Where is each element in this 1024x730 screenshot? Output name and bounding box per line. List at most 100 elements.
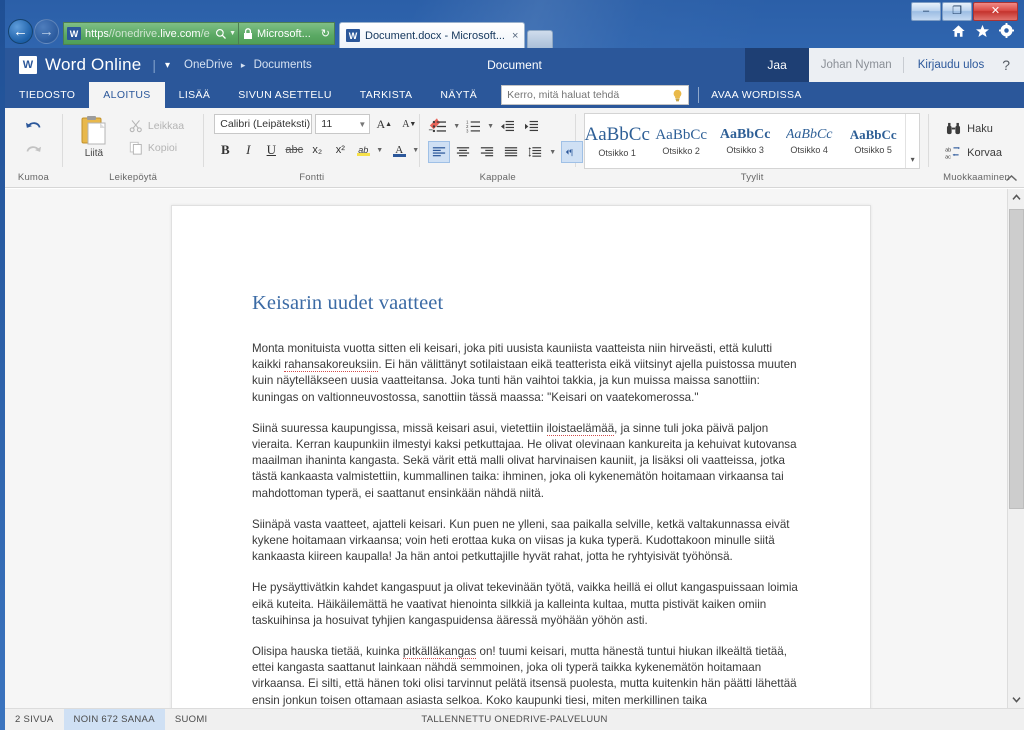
chevron-down-icon: ▾ (910, 155, 915, 164)
breadcrumb-folder[interactable]: Documents (254, 59, 312, 71)
style-otsikko-3[interactable]: AaBbCc Otsikko 3 (713, 114, 777, 168)
back-button[interactable]: ← (8, 19, 33, 44)
styles-gallery: AaBbCс Otsikko 1 AaBbCc Otsikko 2 AaBbCc… (584, 113, 921, 169)
font-name-combo[interactable]: Calibri (Leipäteksti) ▼ (214, 114, 323, 134)
browser-tab[interactable]: W Document.docx - Microsoft... × (339, 22, 526, 48)
chevron-down-icon[interactable]: ▼ (376, 147, 383, 154)
tab-tarkista[interactable]: TARKISTA (346, 82, 427, 108)
breadcrumb-root[interactable]: OneDrive (184, 59, 233, 71)
increase-indent-icon (524, 120, 539, 133)
vertical-scrollbar[interactable] (1007, 189, 1024, 708)
tab-nayta[interactable]: NÄYTÄ (426, 82, 491, 108)
close-icon: ✕ (990, 5, 1001, 17)
strikethrough-button[interactable]: abc (283, 139, 305, 161)
align-justify-button[interactable] (500, 141, 522, 163)
svg-text:3: 3 (466, 128, 469, 133)
bold-button[interactable]: B (214, 139, 236, 161)
scroll-up-button[interactable] (1008, 189, 1024, 206)
share-button[interactable]: Jaa (745, 48, 809, 82)
paste-button[interactable]: Liitä (70, 112, 118, 159)
numbered-list-button[interactable]: 123 (462, 115, 484, 137)
align-left-button[interactable] (428, 141, 451, 163)
line-spacing-button[interactable] (524, 141, 546, 163)
font-size-combo[interactable]: 11 ▼ (315, 114, 371, 134)
text-highlight-button[interactable]: ab (352, 139, 374, 161)
page-count[interactable]: 2 SIVUA (5, 709, 64, 730)
app-menu-chevron-down-icon[interactable]: ▾ (165, 60, 170, 71)
style-otsikko-2[interactable]: AaBbCc Otsikko 2 (649, 114, 713, 168)
gear-icon[interactable] (999, 23, 1014, 38)
document-scroll-area[interactable]: Keisarin uudet vaatteet Monta monituista… (5, 189, 1024, 708)
style-sample: AaBbCc (655, 126, 708, 143)
copy-button[interactable]: Kopioi (124, 137, 188, 158)
chevron-down-icon[interactable]: ▼ (229, 30, 236, 37)
document-page[interactable]: Keisarin uudet vaatteet Monta monituista… (171, 205, 871, 708)
tell-me-input[interactable] (507, 89, 669, 101)
subscript-button[interactable]: x₂ (306, 139, 328, 161)
address-bar[interactable]: W https//onedrive.live.com/e ▼ (63, 22, 239, 45)
chevron-down-icon[interactable]: ▼ (453, 123, 460, 130)
chevron-down-icon[interactable]: ▼ (549, 149, 556, 156)
increase-indent-button[interactable] (520, 115, 542, 137)
font-color-button[interactable]: A (388, 139, 410, 161)
lightbulb-icon (672, 89, 683, 102)
group-label-clipboard: Leikepöytä (109, 172, 158, 183)
language-indicator[interactable]: SUOMI (165, 709, 218, 730)
address-bar-icons: ▼ (215, 28, 236, 40)
style-otsikko-4[interactable]: AaBbCc Otsikko 4 (777, 114, 841, 168)
numbered-list-icon: 123 (466, 120, 481, 133)
star-icon[interactable] (975, 24, 990, 38)
forward-button[interactable]: → (34, 19, 59, 44)
share-label: Jaa (767, 58, 787, 72)
tab-close-icon[interactable]: × (512, 30, 518, 42)
align-center-button[interactable] (452, 141, 474, 163)
word-count[interactable]: NOIN 672 SANAA (63, 708, 165, 730)
cut-button[interactable]: Leikkaa (124, 115, 188, 136)
style-otsikko-5[interactable]: AaBbCc Otsikko 5 (841, 114, 905, 168)
style-name: Otsikko 3 (726, 145, 764, 155)
align-right-button[interactable] (476, 141, 498, 163)
scroll-down-button[interactable] (1008, 691, 1024, 708)
bulleted-list-button[interactable] (428, 115, 450, 137)
user-name[interactable]: Johan Nyman (821, 59, 903, 71)
find-label: Haku (967, 123, 993, 135)
tab-tiedosto[interactable]: TIEDOSTO (5, 82, 89, 108)
undo-button[interactable] (18, 114, 48, 138)
underline-button[interactable]: U (260, 139, 282, 161)
chevron-down-icon[interactable]: ▼ (487, 123, 494, 130)
home-icon[interactable] (951, 24, 966, 38)
redo-button[interactable] (18, 138, 48, 162)
tab-title: Document.docx - Microsoft... (365, 29, 505, 42)
tab-sivun-asettelu[interactable]: SIVUN ASETTELU (224, 82, 346, 108)
sign-out-link[interactable]: Kirjaudu ulos (904, 59, 998, 71)
style-otsikko-1[interactable]: AaBbCс Otsikko 1 (584, 114, 649, 168)
clipboard-paste-icon (78, 115, 110, 146)
security-chip[interactable]: Microsoft... ↻ (239, 22, 335, 45)
collapse-ribbon-button[interactable] (1005, 174, 1018, 183)
align-justify-icon (504, 146, 518, 158)
header-divider: | (152, 57, 157, 73)
open-in-word-button[interactable]: AVAA WORDISSA (699, 82, 814, 108)
style-sample: AaBbCc (785, 127, 833, 142)
new-tab-button[interactable] (527, 30, 554, 48)
help-icon[interactable]: ? (998, 57, 1020, 73)
italic-button[interactable]: I (237, 139, 259, 161)
tab-aloitus[interactable]: ALOITUS (89, 82, 165, 108)
chevron-down-icon[interactable]: ▼ (412, 147, 419, 154)
grow-font-button[interactable]: A ▲ (373, 113, 395, 135)
tell-me-box[interactable] (501, 85, 690, 105)
scrollbar-thumb[interactable] (1009, 209, 1024, 509)
find-button[interactable]: Haku (939, 117, 999, 141)
svg-text:¶: ¶ (569, 148, 573, 157)
refresh-icon[interactable]: ↻ (321, 27, 330, 40)
search-icon[interactable] (215, 28, 227, 40)
bulleted-list-icon (432, 120, 447, 133)
group-undo: Kumoa (5, 108, 62, 187)
replace-button[interactable]: ab ac Korvaa (939, 141, 1008, 165)
superscript-button[interactable]: x² (329, 139, 351, 161)
styles-more-button[interactable]: ▾ (905, 114, 919, 168)
decrease-indent-button[interactable] (496, 115, 518, 137)
tab-lisaa[interactable]: LISÄÄ (165, 82, 225, 108)
shrink-font-button[interactable]: A ▼ (398, 113, 420, 135)
address-favicon-icon: W (67, 27, 81, 40)
